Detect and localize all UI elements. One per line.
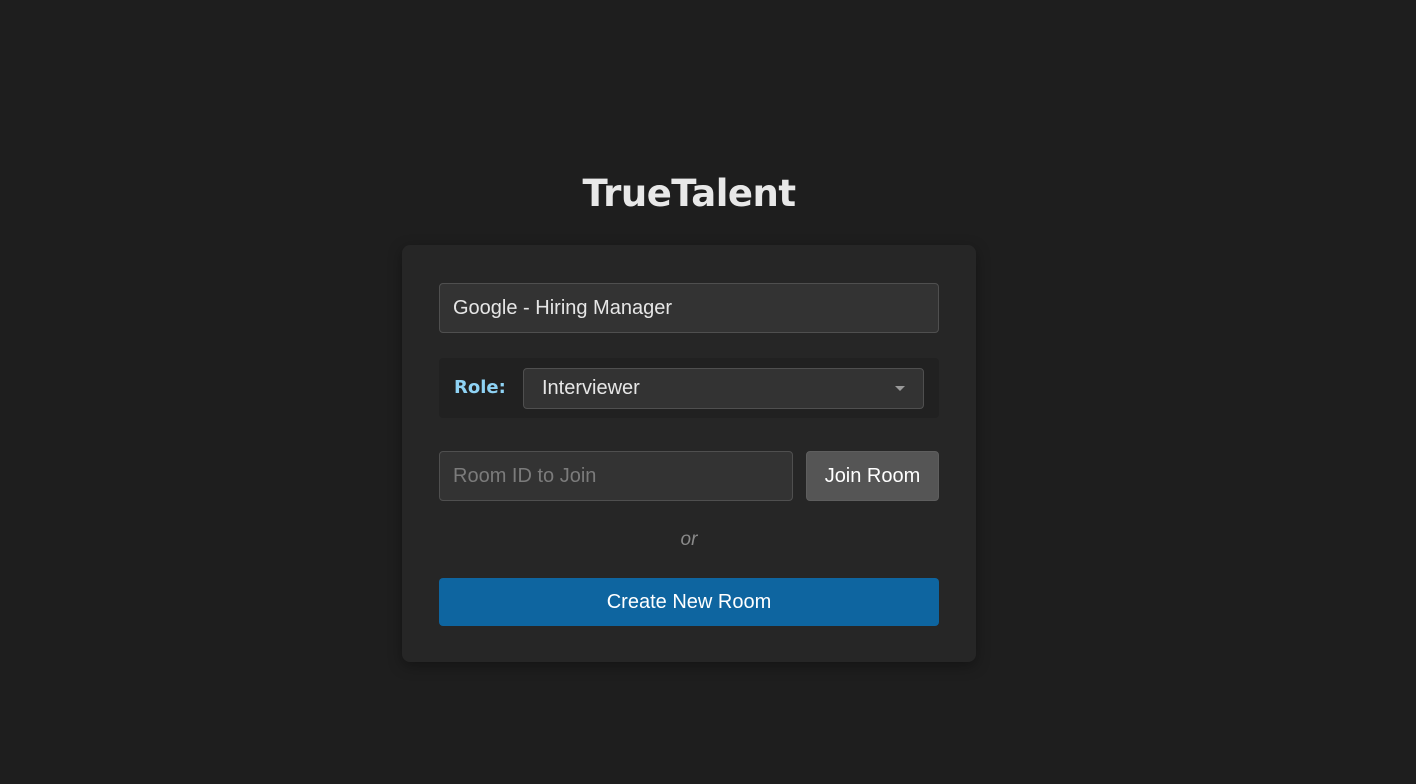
join-room-button[interactable]: Join Room xyxy=(806,451,939,501)
create-room-button[interactable]: Create New Room xyxy=(439,578,939,626)
role-selected-value: Interviewer xyxy=(542,377,640,399)
room-id-input[interactable] xyxy=(439,451,793,501)
role-label: Role: xyxy=(454,377,506,398)
display-name-input[interactable] xyxy=(439,283,939,333)
role-select[interactable]: Interviewer xyxy=(523,368,924,409)
page: TrueTalent Role: Interviewer Join Room o… xyxy=(0,0,1416,784)
join-card: Role: Interviewer Join Room or Create Ne… xyxy=(402,245,976,662)
or-separator: or xyxy=(680,529,698,550)
app-title: TrueTalent xyxy=(582,172,796,215)
chevron-down-icon xyxy=(895,386,905,391)
role-row: Role: Interviewer xyxy=(439,358,939,418)
